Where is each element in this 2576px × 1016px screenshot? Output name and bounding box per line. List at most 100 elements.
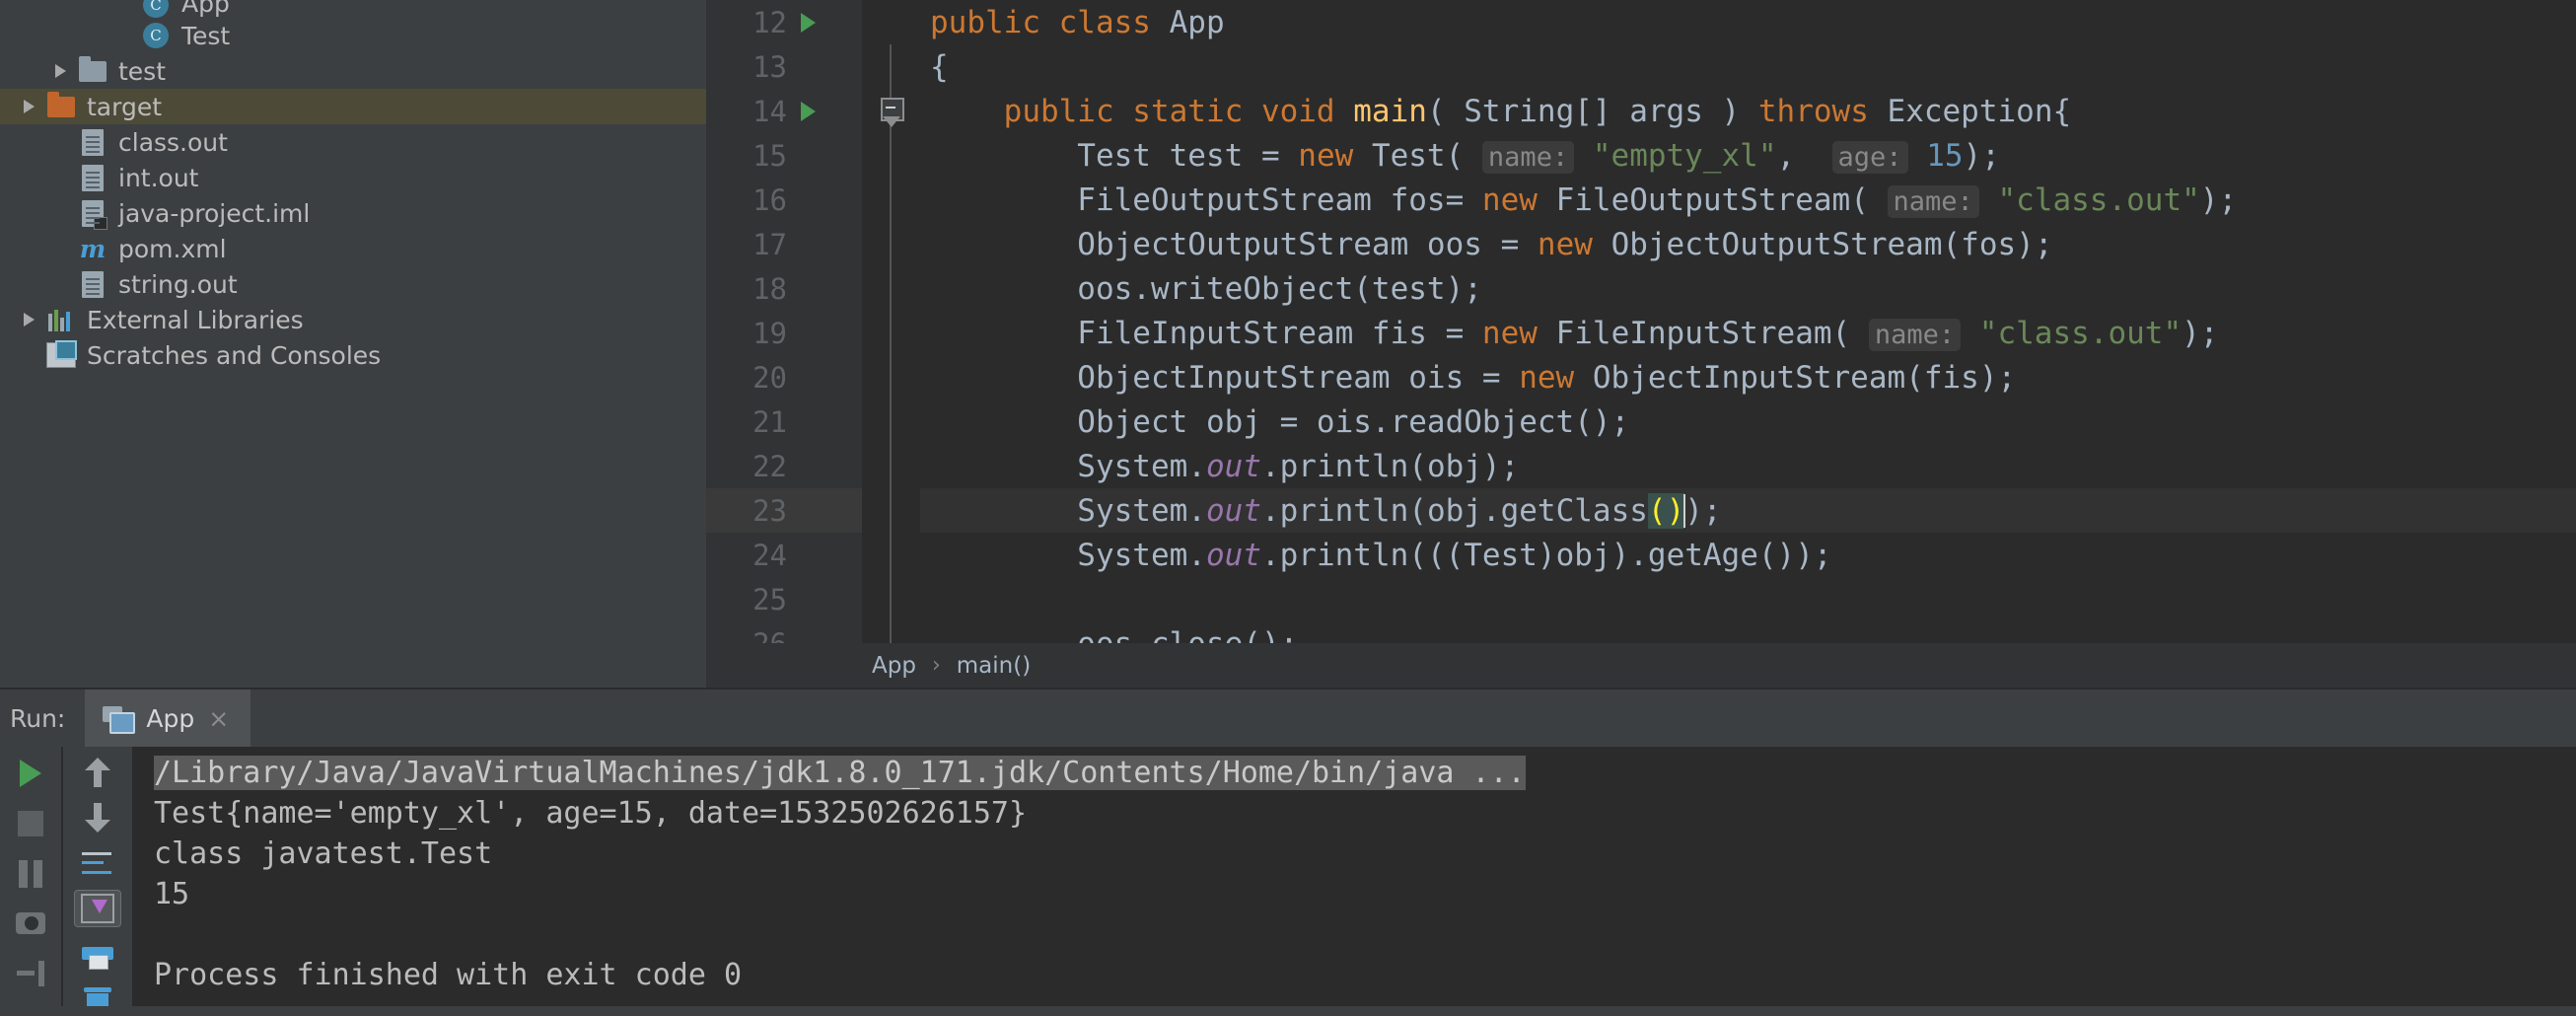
code-token-pln: , bbox=[1776, 137, 1832, 174]
code-token-pln: ); bbox=[2199, 181, 2238, 218]
code-editor[interactable]: 12 public class App 13 {14 public static vo… bbox=[706, 0, 2576, 688]
tree-item-class-out[interactable]: class.out bbox=[0, 124, 706, 160]
print-button[interactable] bbox=[75, 937, 120, 973]
console-line-text: /Library/Java/JavaVirtualMachines/jdk1.8… bbox=[154, 756, 1526, 790]
breadcrumb-method[interactable]: main() bbox=[947, 653, 1040, 679]
code-token-pln: ObjectInputStream(fis); bbox=[1592, 359, 2017, 396]
breadcrumb-class[interactable]: App bbox=[862, 653, 926, 679]
editor-gutter[interactable]: 25 bbox=[706, 577, 862, 621]
editor-gutter[interactable]: 18 bbox=[706, 266, 862, 311]
console-output-line: 15 bbox=[132, 874, 2576, 914]
scroll-to-end-icon bbox=[81, 894, 114, 924]
step-button[interactable] bbox=[8, 955, 53, 993]
code-line-20[interactable]: 20 ObjectInputStream ois = new ObjectInp… bbox=[706, 355, 2576, 399]
code-line-18[interactable]: 18 oos.writeObject(test); bbox=[706, 266, 2576, 311]
code-line-14[interactable]: 14 public static void main( String[] arg… bbox=[706, 89, 2576, 133]
run-tab-app[interactable]: App × bbox=[85, 689, 251, 747]
code-line-25[interactable]: 25 bbox=[706, 577, 2576, 621]
editor-gutter[interactable]: 12 bbox=[706, 0, 862, 44]
scroll-to-end-button[interactable] bbox=[74, 890, 121, 928]
tree-item-target[interactable]: target bbox=[0, 89, 706, 124]
tree-item-java-project-iml[interactable]: java-project.iml bbox=[0, 195, 706, 231]
editor-gutter[interactable]: 21 bbox=[706, 399, 862, 444]
fold-guide-line bbox=[890, 266, 892, 311]
tree-item-test[interactable]: C Test bbox=[0, 18, 706, 53]
down-occurrence-button[interactable] bbox=[75, 800, 120, 835]
code-line-16[interactable]: 16 FileOutputStream fos= new FileOutputS… bbox=[706, 178, 2576, 222]
code-line-26[interactable]: 26 oos.close(); bbox=[706, 621, 2576, 643]
thread-dump-button[interactable] bbox=[8, 905, 53, 943]
editor-gutter[interactable]: 15 bbox=[706, 133, 862, 178]
code-line-21[interactable]: 21 Object obj = ois.readObject(); bbox=[706, 399, 2576, 444]
fold-column[interactable] bbox=[862, 488, 920, 533]
editor-gutter[interactable]: 14 bbox=[706, 89, 862, 133]
code-line-12[interactable]: 12 public class App bbox=[706, 0, 2576, 44]
code-token-sfld: out bbox=[1205, 448, 1261, 484]
tree-item-int-out[interactable]: int.out bbox=[0, 160, 706, 195]
fold-column[interactable] bbox=[862, 444, 920, 488]
fold-column[interactable] bbox=[862, 577, 920, 621]
tree-item-string-out[interactable]: string.out bbox=[0, 266, 706, 302]
editor-gutter[interactable]: 26 bbox=[706, 621, 862, 643]
fold-column[interactable] bbox=[862, 89, 920, 133]
code-token-kw: new bbox=[1481, 181, 1556, 218]
fold-column[interactable] bbox=[862, 0, 920, 44]
code-line-24[interactable]: 24 System.out.println(((Test)obj).getAge… bbox=[706, 533, 2576, 577]
pause-button[interactable] bbox=[8, 854, 53, 893]
libraries-icon bbox=[48, 308, 74, 331]
stop-button[interactable] bbox=[8, 805, 53, 843]
code-line-text: ObjectOutputStream oos = new ObjectOutpu… bbox=[920, 227, 2052, 262]
tree-item-pom-xml[interactable]: m pom.xml bbox=[0, 231, 706, 266]
tree-item-scratches-and-consoles[interactable]: Scratches and Consoles bbox=[0, 337, 706, 373]
tree-item-external-libraries[interactable]: External Libraries bbox=[0, 302, 706, 337]
run-tool-window-body: /Library/Java/JavaVirtualMachines/jdk1.8… bbox=[0, 747, 2576, 1016]
fold-guide-line bbox=[890, 444, 892, 488]
fold-column[interactable] bbox=[862, 355, 920, 399]
up-occurrence-button[interactable] bbox=[75, 755, 120, 790]
fold-column[interactable] bbox=[862, 621, 920, 643]
rerun-button[interactable] bbox=[8, 755, 53, 793]
editor-gutter[interactable]: 20 bbox=[706, 355, 862, 399]
project-tool-window[interactable]: C App C Test test target class.out int.out java-… bbox=[0, 0, 706, 688]
close-icon[interactable]: × bbox=[208, 704, 229, 733]
editor-gutter[interactable]: 19 bbox=[706, 311, 862, 355]
code-line-17[interactable]: 17 ObjectOutputStream oos = new ObjectOu… bbox=[706, 222, 2576, 266]
editor-gutter[interactable]: 24 bbox=[706, 533, 862, 577]
code-line-13[interactable]: 13 { bbox=[706, 44, 2576, 89]
fold-column[interactable] bbox=[862, 178, 920, 222]
tree-item-label: test bbox=[118, 56, 167, 86]
editor-gutter[interactable]: 16 bbox=[706, 178, 862, 222]
console-line-text: Process finished with exit code 0 bbox=[154, 958, 743, 992]
fold-column[interactable] bbox=[862, 266, 920, 311]
expand-arrow-icon[interactable] bbox=[23, 100, 35, 113]
run-gutter-icon[interactable] bbox=[801, 12, 816, 33]
editor-gutter[interactable]: 17 bbox=[706, 222, 862, 266]
code-line-15[interactable]: 15 Test test = new Test( name: "empty_xl… bbox=[706, 133, 2576, 178]
run-actions-toolbar-left[interactable] bbox=[0, 747, 61, 1016]
editor-gutter[interactable]: 23 bbox=[706, 488, 862, 533]
expand-arrow-icon[interactable] bbox=[54, 64, 66, 78]
editor-gutter[interactable]: 13 bbox=[706, 44, 862, 89]
fold-column[interactable] bbox=[862, 311, 920, 355]
code-line-23[interactable]: 23 System.out.println(obj.getClass()); bbox=[706, 488, 2576, 533]
soft-wrap-button[interactable] bbox=[75, 845, 120, 881]
code-line-19[interactable]: 19 FileInputStream fis = new FileInputSt… bbox=[706, 311, 2576, 355]
fold-guide-line bbox=[890, 44, 892, 89]
code-scroll-area[interactable]: 12 public class App 13 {14 public static vo… bbox=[706, 0, 2576, 643]
expand-arrow-icon[interactable] bbox=[23, 313, 35, 327]
fold-column[interactable] bbox=[862, 44, 920, 89]
tree-item-app[interactable]: C App bbox=[0, 0, 706, 18]
console-actions-toolbar-right[interactable] bbox=[61, 747, 132, 1016]
tree-item-label: Scratches and Consoles bbox=[87, 340, 382, 370]
code-line-22[interactable]: 22 System.out.println(obj); bbox=[706, 444, 2576, 488]
tree-item-label: target bbox=[87, 92, 163, 121]
editor-gutter[interactable]: 22 bbox=[706, 444, 862, 488]
breadcrumb[interactable]: App › main() bbox=[706, 643, 2576, 688]
run-gutter-icon[interactable] bbox=[801, 101, 816, 121]
fold-column[interactable] bbox=[862, 222, 920, 266]
console-output[interactable]: /Library/Java/JavaVirtualMachines/jdk1.8… bbox=[132, 747, 2576, 1016]
fold-column[interactable] bbox=[862, 133, 920, 178]
fold-column[interactable] bbox=[862, 399, 920, 444]
tree-item-test[interactable]: test bbox=[0, 53, 706, 89]
fold-column[interactable] bbox=[862, 533, 920, 577]
